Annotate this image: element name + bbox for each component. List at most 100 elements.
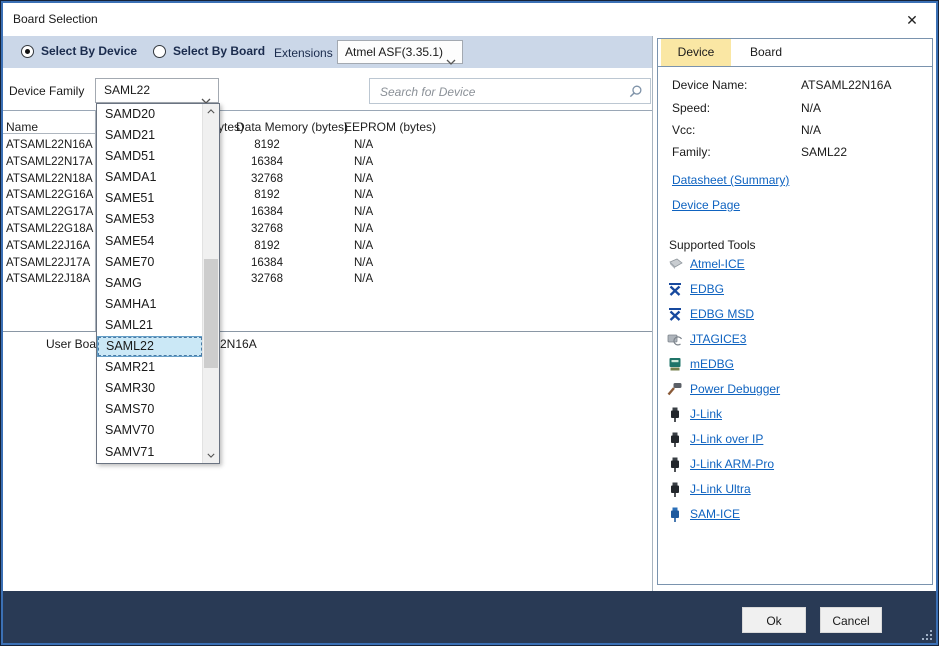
cancel-button[interactable]: Cancel xyxy=(820,607,882,633)
data-memory-cell: 8192 xyxy=(229,189,305,201)
datasheet-link[interactable]: Datasheet (Summary) xyxy=(672,173,789,187)
power-debugger-icon xyxy=(666,382,683,397)
dropdown-item[interactable]: SAML21 xyxy=(97,315,203,336)
tool-link[interactable]: EDBG xyxy=(690,282,724,296)
eeprom-cell: N/A xyxy=(354,139,373,151)
data-memory-cell: 32768 xyxy=(229,173,305,185)
tool-item: J-Link ARM-Pro xyxy=(666,455,774,473)
dropdown-item[interactable]: SAMDA1 xyxy=(97,167,203,188)
dropdown-scrollbar[interactable] xyxy=(202,104,219,463)
data-memory-cell: 8192 xyxy=(229,139,305,151)
tool-link[interactable]: SAM-ICE xyxy=(690,507,740,521)
field-label: Device Name: xyxy=(672,78,747,92)
dropdown-item[interactable]: SAMR21 xyxy=(97,357,203,378)
dropdown-item[interactable]: SAMHA1 xyxy=(97,294,203,315)
radio-select-by-board[interactable]: Select By Board xyxy=(153,44,265,58)
dropdown-item[interactable]: SAMS70 xyxy=(97,399,203,420)
radio-dot-icon xyxy=(21,45,34,58)
data-memory-cell: 16384 xyxy=(229,257,305,269)
eeprom-cell: N/A xyxy=(354,173,373,185)
scrollbar-thumb[interactable] xyxy=(204,259,218,368)
dialog-title: Board Selection xyxy=(13,12,98,26)
field-label: Family: xyxy=(672,145,711,159)
eeprom-cell: N/A xyxy=(354,189,373,201)
device-name-cell: ATSAML22N17A xyxy=(6,156,93,168)
atmel-ice-icon xyxy=(666,257,683,272)
data-memory-cell: 16384 xyxy=(229,156,305,168)
ok-button[interactable]: Ok xyxy=(742,607,806,633)
dropdown-item[interactable]: SAMR30 xyxy=(97,378,203,399)
tool-item: JTAGICE3 xyxy=(666,330,746,348)
chevron-down-icon xyxy=(446,50,456,72)
tool-item: EDBG xyxy=(666,280,724,298)
jlink-ultra-icon xyxy=(666,482,683,497)
tool-link[interactable]: Power Debugger xyxy=(690,382,780,396)
scroll-down-icon[interactable] xyxy=(203,448,219,463)
data-memory-cell: 16384 xyxy=(229,206,305,218)
tool-item: J-Link xyxy=(666,405,722,423)
resize-grip[interactable] xyxy=(919,627,932,640)
search-icon[interactable] xyxy=(628,84,643,104)
tool-link[interactable]: mEDBG xyxy=(690,357,734,371)
radio-dot-icon xyxy=(153,45,166,58)
tool-link[interactable]: EDBG MSD xyxy=(690,307,754,321)
close-icon[interactable]: ✕ xyxy=(902,10,922,30)
dropdown-item[interactable]: SAME51 xyxy=(97,188,203,209)
data-memory-cell: 8192 xyxy=(229,240,305,252)
device-page-link[interactable]: Device Page xyxy=(672,198,740,212)
dropdown-item[interactable]: SAMV70 xyxy=(97,420,203,441)
tool-item: mEDBG xyxy=(666,355,734,373)
device-family-dropdown[interactable]: SAML22 xyxy=(95,78,219,103)
dropdown-item[interactable]: SAMV71 xyxy=(97,442,203,463)
radio-select-by-device[interactable]: Select By Device xyxy=(21,44,137,58)
dropdown-item[interactable]: SAMD20 xyxy=(97,104,203,125)
column-header-data-memory[interactable]: Data Memory (bytes) xyxy=(236,120,348,134)
dropdown-item[interactable]: SAME53 xyxy=(97,209,203,230)
tool-link[interactable]: Atmel-ICE xyxy=(690,257,745,271)
extensions-value: Atmel ASF(3.35.1) xyxy=(345,45,443,59)
tool-link[interactable]: J-Link Ultra xyxy=(690,482,751,496)
dropdown-item[interactable]: SAME54 xyxy=(97,231,203,252)
tool-link[interactable]: J-Link ARM-Pro xyxy=(690,457,774,471)
field-value: ATSAML22N16A xyxy=(801,78,892,92)
column-header-eeprom[interactable]: EEPROM (bytes) xyxy=(344,120,436,134)
search-input[interactable] xyxy=(378,81,622,103)
edbg-icon xyxy=(666,282,683,297)
device-family-value: SAML22 xyxy=(104,83,150,97)
tool-item: Power Debugger xyxy=(666,380,780,398)
column-header-name[interactable]: Name xyxy=(6,120,38,134)
user-board-device-fragment: 2N16A xyxy=(220,337,257,351)
dropdown-item[interactable]: SAMD51 xyxy=(97,146,203,167)
field-value: N/A xyxy=(801,101,821,115)
radio-label: Select By Device xyxy=(41,44,137,58)
tab-device[interactable]: Device xyxy=(661,39,731,66)
tool-item: SAM-ICE xyxy=(666,505,740,523)
dropdown-item-selected[interactable]: SAML22 xyxy=(97,336,203,357)
field-value: N/A xyxy=(801,123,821,137)
dropdown-item[interactable]: SAMD21 xyxy=(97,125,203,146)
tab-board[interactable]: Board xyxy=(731,39,801,66)
extensions-dropdown[interactable]: Atmel ASF(3.35.1) xyxy=(337,40,463,64)
board-selection-dialog: Board Selection ✕ Select By Device Selec… xyxy=(0,0,939,646)
details-tabs: Device Board xyxy=(658,39,932,66)
tool-link[interactable]: J-Link xyxy=(690,407,722,421)
medbg-icon xyxy=(666,357,683,372)
dropdown-item[interactable]: SAMG xyxy=(97,273,203,294)
scroll-up-icon[interactable] xyxy=(203,104,219,119)
dropdown-item[interactable]: SAME70 xyxy=(97,252,203,273)
jtagice3-icon xyxy=(666,332,683,347)
eeprom-cell: N/A xyxy=(354,156,373,168)
jlink-arm-pro-icon xyxy=(666,457,683,472)
field-family: Family: SAML22 xyxy=(672,145,922,161)
device-family-label: Device Family xyxy=(9,84,84,98)
edbg-msd-icon xyxy=(666,307,683,322)
eeprom-cell: N/A xyxy=(354,257,373,269)
field-label: Vcc: xyxy=(672,123,695,137)
tool-item: J-Link over IP xyxy=(666,430,763,448)
tool-link[interactable]: JTAGICE3 xyxy=(690,332,746,346)
supported-tools-heading: Supported Tools xyxy=(669,238,756,252)
jlink-over-ip-icon xyxy=(666,432,683,447)
eeprom-cell: N/A xyxy=(354,223,373,235)
data-memory-cell: 32768 xyxy=(229,223,305,235)
tool-link[interactable]: J-Link over IP xyxy=(690,432,763,446)
